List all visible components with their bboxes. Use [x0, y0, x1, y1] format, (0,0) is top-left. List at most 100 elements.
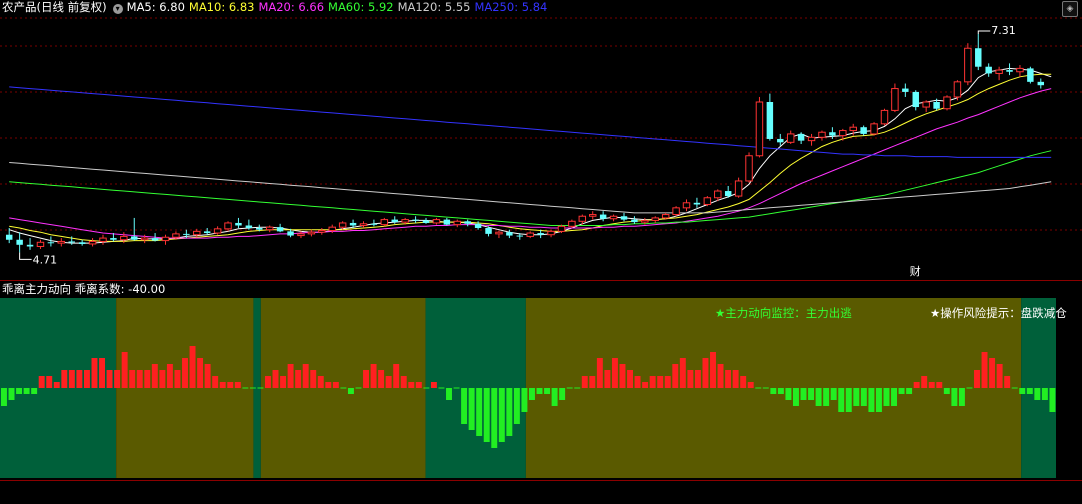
candle: [432, 217, 441, 225]
indicator-bar: [1011, 387, 1018, 389]
candle: [672, 206, 680, 217]
candle-body: [880, 109, 889, 125]
indicator-bar: [951, 388, 958, 406]
candle-body: [318, 230, 326, 233]
indicator-bar: [627, 370, 633, 388]
indicator-bar: [1041, 388, 1048, 400]
candle: [453, 219, 462, 228]
candle-body: [734, 180, 743, 197]
candle-body: [213, 228, 222, 234]
indicator-bar: [355, 387, 362, 389]
indicator-bar: [234, 382, 241, 388]
candle-body: [349, 222, 357, 226]
indicator-bar: [634, 376, 641, 388]
indicator-pane[interactable]: [0, 280, 1082, 480]
indicator-bar: [53, 382, 60, 388]
candle-body: [745, 155, 753, 182]
candle: [380, 217, 389, 227]
indicator-bar: [370, 364, 377, 388]
indicator-bar: [453, 387, 460, 389]
candle: [807, 133, 816, 146]
candle: [99, 234, 107, 245]
candle-body: [88, 240, 97, 245]
candle-body: [203, 231, 211, 234]
indicator-bar: [295, 370, 302, 388]
indicator-bar: [906, 388, 913, 394]
indicator-bar: [468, 388, 475, 430]
indicator-chart[interactable]: [0, 280, 1082, 480]
indicator-bar: [302, 364, 309, 388]
indicator-bar: [476, 388, 483, 436]
indicator-bar: [815, 388, 822, 406]
candle-body: [933, 102, 940, 109]
candle: [682, 199, 691, 212]
candle: [16, 232, 23, 253]
candle: [818, 130, 826, 141]
candle: [797, 132, 805, 144]
candle-body: [766, 102, 774, 139]
indicator-bar: [249, 387, 256, 389]
candle: [203, 228, 211, 235]
indicator-bar: [868, 388, 875, 412]
indicator-bar: [212, 376, 219, 388]
indicator-bar: [129, 370, 136, 388]
candle-body: [870, 123, 878, 135]
indicator-bar: [928, 382, 935, 388]
candle-body: [860, 127, 867, 134]
indicator-settings-icon[interactable]: ▾: [112, 4, 123, 14]
indicator-bar: [38, 376, 45, 388]
candle-body: [526, 232, 534, 237]
candle-body: [703, 197, 712, 205]
indicator-bar: [755, 387, 762, 389]
candle: [26, 238, 34, 250]
indicator-bar: [702, 358, 709, 388]
indicator-bar: [1049, 388, 1056, 412]
indicator-bar: [136, 370, 143, 388]
indicator-bar: [611, 358, 618, 388]
candle: [213, 226, 222, 235]
candle: [943, 95, 951, 111]
ma-legend-item: MA120: 5.55: [397, 0, 471, 14]
indicator-bar: [891, 388, 897, 406]
indicator-bar: [883, 388, 890, 406]
candle-body: [786, 133, 795, 143]
price-chart-pane[interactable]: 7.31 4.71 财 农产品(日线 前复权) ▾ MA5: 6.80 MA10: 6.8…: [0, 0, 1082, 280]
price-chart[interactable]: 7.31 4.71 财: [0, 0, 1082, 280]
candle-body: [516, 235, 524, 237]
indicator-bar: [272, 370, 279, 388]
indicator-bar: [574, 387, 581, 389]
indicator-bar: [31, 388, 38, 394]
indicator-bar: [68, 370, 75, 388]
candle: [235, 217, 242, 228]
candle: [443, 217, 451, 226]
candle-body: [453, 220, 462, 226]
candle-body: [891, 88, 899, 111]
indicator-bar: [793, 388, 799, 406]
candle-body: [110, 238, 117, 240]
indicator-bar: [393, 364, 400, 388]
candle: [568, 219, 576, 228]
indicator-bar: [989, 358, 996, 388]
candle: [734, 177, 743, 198]
indicator-bar: [860, 388, 867, 406]
indicator-bar: [544, 388, 551, 394]
candle-body: [370, 223, 378, 225]
candle-body: [807, 136, 816, 142]
candle-body: [245, 225, 253, 228]
candle-body: [57, 240, 66, 244]
candle-body: [651, 217, 659, 221]
candle-body: [922, 101, 930, 108]
candle: [975, 33, 982, 71]
indicator-bar: [99, 358, 105, 388]
indicator-bar: [974, 370, 980, 388]
candle-body: [912, 91, 919, 108]
indicator-bar: [219, 382, 226, 388]
candle-body: [276, 227, 284, 232]
candle: [526, 231, 534, 239]
indicator-title: 乖离主力动向: [2, 282, 71, 296]
indicator-bar: [898, 388, 905, 394]
indicator-bar: [378, 370, 385, 388]
pane-toggle-icon[interactable]: ◈: [1062, 1, 1078, 17]
indicator-bar: [204, 364, 211, 388]
indicator-bar: [287, 364, 294, 388]
